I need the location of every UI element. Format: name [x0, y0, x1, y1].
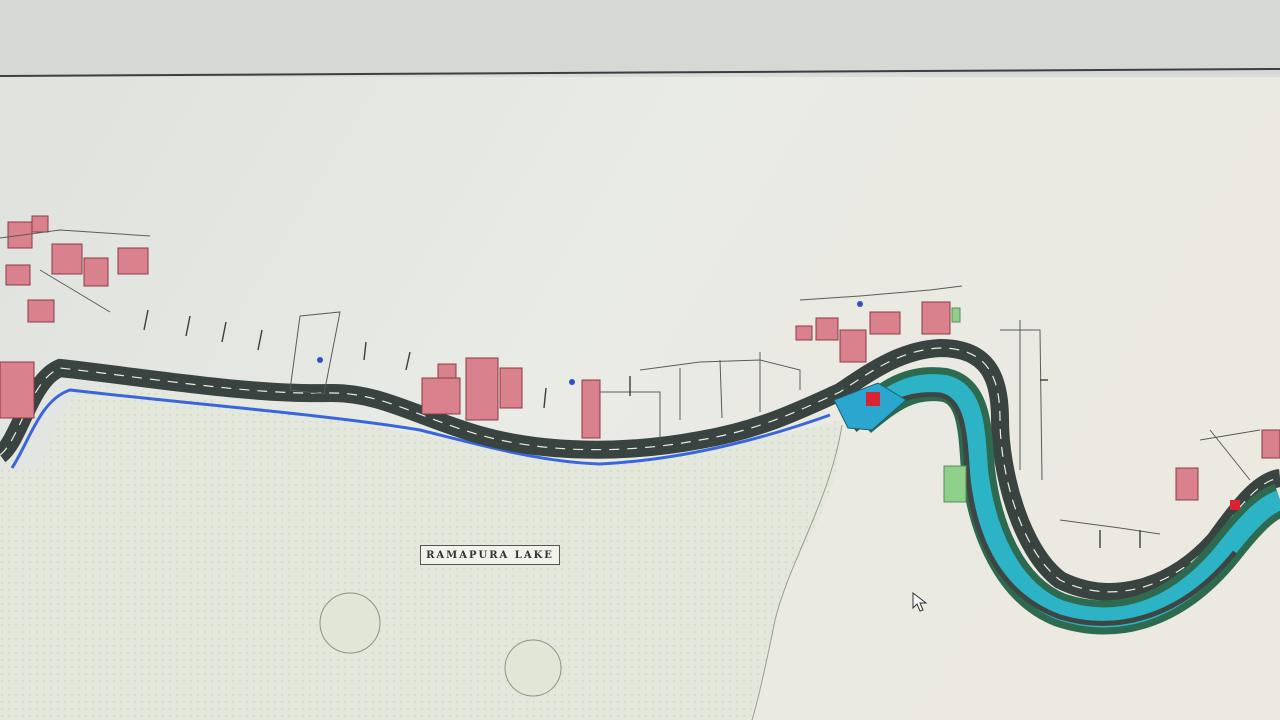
cad-map-screen	[0, 0, 1280, 720]
mouse-pointer-icon	[912, 592, 928, 612]
lake-island-circle	[319, 592, 381, 654]
survey-point-marker	[317, 357, 323, 363]
green-plot	[943, 465, 967, 503]
red-marker	[866, 392, 880, 406]
red-marker	[1230, 500, 1240, 510]
survey-point-marker	[857, 301, 863, 307]
lake-island-circle	[504, 639, 562, 697]
monitor-top-bezel	[0, 0, 1280, 74]
green-plot	[951, 307, 961, 323]
survey-point-marker	[569, 379, 575, 385]
lake-name-label: RAMAPURA LAKE	[420, 545, 560, 565]
